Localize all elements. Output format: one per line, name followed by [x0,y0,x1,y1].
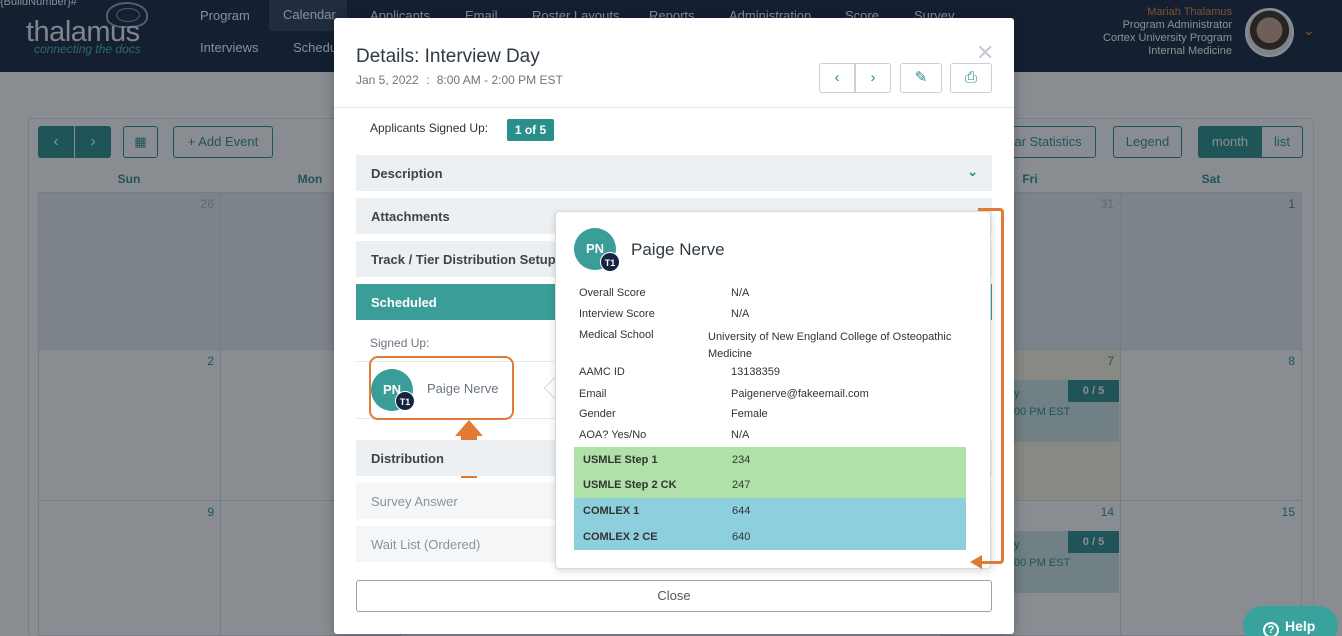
score-value: 644 [732,505,751,517]
section-description[interactable]: Description ⌄ [356,155,992,191]
field-value: 13138359 [731,366,780,378]
field-value: University of New England College of Ost… [708,331,952,360]
field-value[interactable]: Paigenerve@fakeemail.com [731,388,869,400]
prev-event-button[interactable]: ‹ [819,63,855,93]
field-label: AAMC ID [579,366,625,378]
section-label: Survey Answer [371,494,458,509]
print-icon[interactable]: ⎙ [950,63,992,93]
field-label: Medical School [579,329,654,341]
field-value: N/A [731,308,750,320]
score-row: COMLEX 1 644 [574,498,966,524]
applicants-signed-up-label: Applicants Signed Up: [370,121,489,135]
help-label: Help [1285,618,1316,634]
next-event-button[interactable]: › [855,63,891,93]
score-label: COMLEX 1 [583,505,640,517]
annotation-bracket [978,208,1004,564]
event-time: 8:00 AM - 2:00 PM EST [436,73,563,87]
field-value: N/A [731,429,750,441]
section-label: Wait List (Ordered) [371,537,481,552]
score-value: 640 [732,531,751,543]
section-label: Description [371,166,443,181]
field-label: Overall Score [579,287,646,299]
edit-pencil-icon[interactable]: ✎ [900,63,942,93]
field-label: Gender [579,408,616,420]
question-icon: ? [1263,622,1279,636]
help-button[interactable]: ? Help [1243,606,1338,636]
score-label: USMLE Step 1 [583,454,658,466]
score-label: COMLEX 2 CE [583,531,658,543]
section-label: Track / Tier Distribution Setup [371,252,556,267]
score-value: 247 [732,479,751,491]
field-value: Female [731,408,768,420]
score-row: USMLE Step 2 CK 247 [574,472,966,498]
field-label: AOA? Yes/No [579,429,647,441]
field-label: Email [579,388,607,400]
section-label: Scheduled [371,295,437,310]
annotation-highlight-box [369,356,514,420]
score-row: COMLEX 2 CE 640 [574,524,966,550]
annotation-arrow-left-icon [970,555,982,569]
modal-title: Details: Interview Day [356,46,540,67]
datetime-separator: : [426,73,430,87]
field-value: N/A [731,287,750,299]
event-datetime: Jan 5, 2022 : 8:00 AM - 2:00 PM EST [356,73,563,87]
divider [334,107,1014,108]
close-button[interactable]: Close [356,580,992,612]
signed-up-label: Signed Up: [370,336,430,350]
applicants-signed-up-badge: 1 of 5 [507,119,554,141]
score-value: 234 [732,454,751,466]
chevron-down-icon: ⌄ [967,164,978,179]
popover-applicant-name: Paige Nerve [631,240,725,259]
popover-tier-badge: T1 [600,252,620,272]
section-label: Attachments [371,209,450,224]
score-row: USMLE Step 1 234 [574,447,966,473]
field-label: Interview Score [579,308,655,320]
event-date: Jan 5, 2022 [356,73,419,87]
section-label: Distribution [371,451,444,466]
score-label: USMLE Step 2 CK [583,479,677,491]
